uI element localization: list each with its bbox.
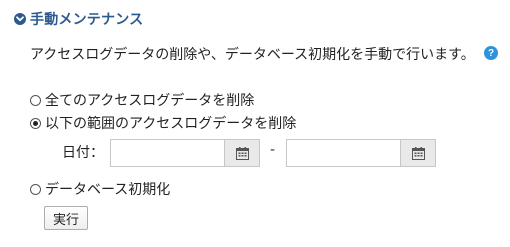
calendar-icon <box>411 146 425 160</box>
chevron-down-icon <box>14 13 26 25</box>
option-initialize-database[interactable]: データベース初期化 <box>30 179 170 199</box>
radio-button-selected[interactable] <box>30 117 41 129</box>
date-from-input[interactable] <box>110 139 224 167</box>
date-to-calendar-button[interactable] <box>400 139 436 167</box>
date-label: 日付： <box>62 145 104 161</box>
option-label: 以下の範囲のアクセスログデータを削除 <box>45 116 297 132</box>
execute-button[interactable]: 実行 <box>44 206 89 230</box>
radio-button[interactable] <box>30 183 41 195</box>
section-header-toggle[interactable]: 手動メンテナンス <box>14 8 143 30</box>
date-from-group <box>110 139 260 167</box>
date-to-input[interactable] <box>286 139 400 167</box>
option-label: データベース初期化 <box>45 182 171 198</box>
date-to-group <box>286 139 436 167</box>
date-separator: - <box>270 142 276 158</box>
radio-button[interactable] <box>30 94 41 106</box>
option-label: 全てのアクセスログデータを削除 <box>45 93 255 109</box>
section-description: アクセスログデータの削除や、データベース初期化を手動で行います。 <box>30 47 475 63</box>
help-icon[interactable]: ? <box>484 46 498 60</box>
option-delete-range-logs[interactable]: 以下の範囲のアクセスログデータを削除 <box>30 113 296 133</box>
option-delete-all-logs[interactable]: 全てのアクセスログデータを削除 <box>30 90 254 110</box>
calendar-icon <box>235 146 249 160</box>
date-from-calendar-button[interactable] <box>224 139 260 167</box>
section-title: 手動メンテナンス <box>30 12 144 28</box>
